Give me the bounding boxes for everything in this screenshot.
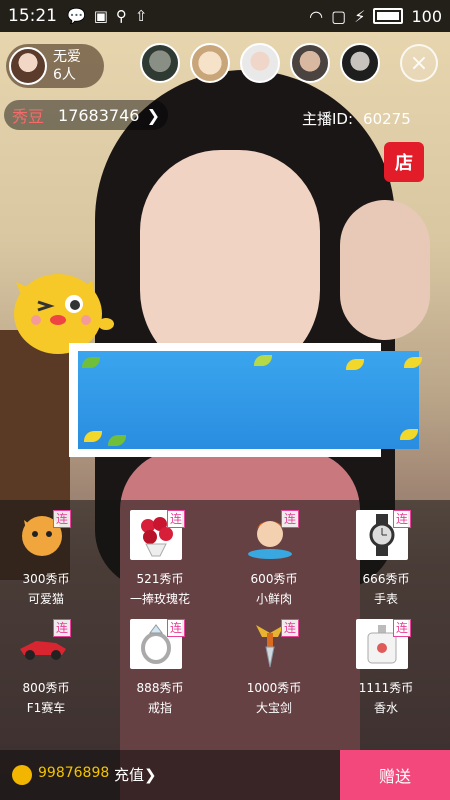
host-info: 无爱 6人: [53, 48, 81, 84]
leaf-icon: [346, 359, 364, 370]
gift-name: 一捧玫瑰花: [129, 592, 190, 606]
gift-item[interactable]: 连 666秀币 手表: [330, 504, 442, 624]
beans-pill[interactable]: 秀豆 17683746 ❯: [4, 100, 168, 130]
viewer-avatar[interactable]: [140, 43, 180, 83]
gift-name: 香水: [373, 701, 398, 715]
gift-item[interactable]: 连 300秀币 可爱猫: [0, 504, 102, 624]
gift-price: 888秀币: [136, 681, 184, 695]
leaf-icon: [108, 435, 126, 446]
coin-balance: 99876898: [38, 765, 110, 781]
sim-icon: ▢: [331, 6, 347, 26]
gift-name: 戒指: [147, 701, 172, 715]
battery-icon: [373, 8, 404, 24]
gift-price: 1111秀币: [358, 681, 414, 695]
gift-item[interactable]: 连 800秀币 F1赛车: [0, 613, 102, 733]
combo-tag: 连: [393, 619, 411, 637]
upload-icon: ⇧: [134, 7, 148, 25]
promo-banner[interactable]: [69, 343, 422, 457]
close-icon: ×: [409, 50, 429, 76]
host-name: 无爱: [53, 49, 81, 65]
wifi-icon: ◠: [309, 6, 324, 26]
gift-price: 300秀币: [22, 572, 70, 586]
gift-price: 521秀币: [136, 572, 184, 586]
shop-button[interactable]: 店: [384, 142, 424, 182]
leaf-icon: [400, 429, 418, 440]
beans-label: 秀豆: [12, 107, 45, 126]
promo-banner-image: [78, 351, 422, 449]
gift-item[interactable]: 连 1111秀币 香水: [330, 613, 442, 733]
beans-value: 17683746: [58, 105, 140, 125]
shop-icon: 店: [395, 153, 413, 174]
gift-item[interactable]: 连 888秀币 戒指: [104, 613, 216, 733]
combo-tag: 连: [281, 619, 299, 637]
viewer-avatar[interactable]: [240, 43, 280, 83]
combo-tag: 连: [53, 510, 71, 528]
viewer-count: 6人: [53, 67, 76, 83]
combo-tag: 连: [53, 619, 71, 637]
status-bar: 15:21 💬 ▣ ⚲ ⇧ ◠ ▢ ⚡ 100: [0, 0, 450, 32]
chevron-right-icon: ❯: [146, 105, 160, 125]
gift-item[interactable]: 连 1000秀币 大宝剑: [218, 613, 330, 733]
gift-name: 小鲜肉: [255, 592, 292, 606]
coin-icon: [12, 765, 32, 785]
status-right: ◠ ▢ ⚡ 100: [309, 7, 442, 26]
gift-panel: 连 300秀币 可爱猫 连 521秀币 一捧玫瑰花 连 600秀币 小鲜肉 连 …: [0, 500, 450, 750]
gift-name: F1赛车: [26, 701, 66, 715]
chat-icon: 💬: [67, 7, 86, 25]
gift-name: 手表: [373, 592, 398, 606]
gift-name: 可爱猫: [27, 592, 64, 606]
combo-tag: 连: [281, 510, 299, 528]
leaf-icon: [84, 431, 102, 442]
combo-tag: 连: [393, 510, 411, 528]
close-button[interactable]: ×: [400, 44, 438, 82]
anchor-id: 主播ID: 60275: [302, 108, 411, 129]
gift-price: 600秀币: [250, 572, 298, 586]
send-label: 赠送: [378, 767, 411, 786]
viewer-list: [140, 43, 380, 83]
status-time: 15:21: [8, 6, 57, 26]
host-pill[interactable]: 无爱 6人: [6, 44, 104, 88]
combo-tag: 连: [167, 510, 185, 528]
status-icons: 💬 ▣ ⚲ ⇧: [67, 7, 147, 25]
recharge-link[interactable]: 充值❯: [114, 764, 157, 785]
gift-price: 1000秀币: [246, 681, 302, 695]
streamer-hand: [340, 200, 430, 340]
anchor-id-label: 主播ID:: [302, 110, 354, 128]
gift-name: 大宝剑: [255, 701, 292, 715]
leaf-icon: [82, 357, 100, 368]
gift-price: 666秀币: [362, 572, 410, 586]
gift-item[interactable]: 连 521秀币 一捧玫瑰花: [104, 504, 216, 624]
viewer-avatar[interactable]: [190, 43, 230, 83]
anchor-id-value: 60275: [363, 110, 411, 128]
host-avatar[interactable]: [9, 47, 47, 85]
battery-level: 100: [411, 6, 442, 26]
gift-item[interactable]: 连 600秀币 小鲜肉: [218, 504, 330, 624]
viewer-avatar[interactable]: [290, 43, 330, 83]
send-gift-button[interactable]: 赠送: [340, 750, 450, 800]
gift-price: 800秀币: [22, 681, 70, 695]
image-icon: ▣: [93, 7, 108, 25]
charging-icon: ⚡: [354, 6, 366, 26]
combo-tag: 连: [167, 619, 185, 637]
usb-icon: ⚲: [115, 7, 127, 25]
viewer-avatar[interactable]: [340, 43, 380, 83]
leaf-icon: [254, 355, 272, 366]
